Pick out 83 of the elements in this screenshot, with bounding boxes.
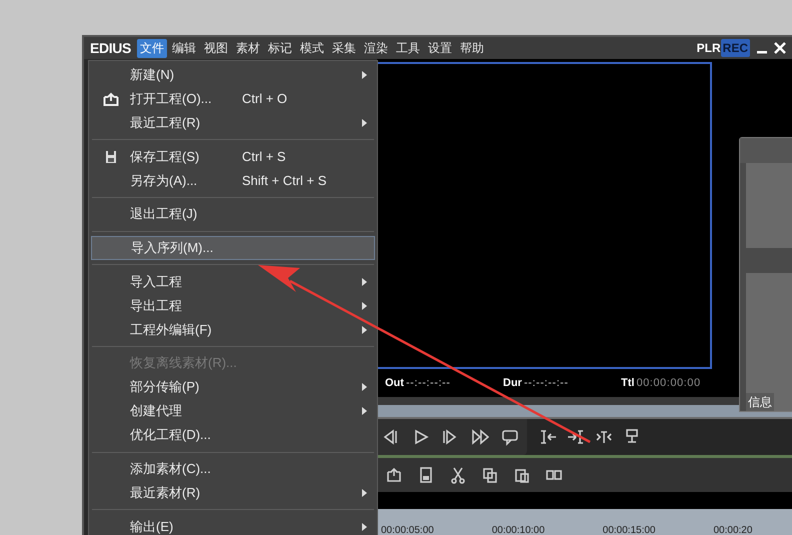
timecode-label: Dur <box>503 376 522 391</box>
submenu-arrow-icon <box>362 522 367 531</box>
menu-entry-label: 最近素材(R) <box>130 486 202 500</box>
menu-entry[interactable]: 部分传输(P) <box>91 375 375 400</box>
menu-entry-label: 保存工程(S) <box>130 150 200 164</box>
submenu-arrow-icon <box>362 326 367 334</box>
menu-entry-label: 打开工程(O)... <box>130 92 213 106</box>
fast-forward-icon[interactable] <box>471 428 489 446</box>
menu-entry-label: 输出(E) <box>130 520 174 534</box>
submenu-arrow-icon <box>362 278 367 286</box>
shortcut-label: Ctrl + S <box>242 150 286 164</box>
menu-item[interactable]: 编辑 <box>169 38 200 58</box>
copy-icon[interactable] <box>481 466 499 484</box>
menu-item[interactable]: 视图 <box>201 38 232 58</box>
step-forward-icon[interactable] <box>441 428 459 446</box>
menu-entry[interactable]: 打开工程(O)... Ctrl + O <box>91 87 375 111</box>
menu-entry-label: 最近工程(R) <box>130 116 202 130</box>
menu-entry[interactable]: 导入工程 <box>91 270 375 294</box>
open-project-icon <box>103 92 119 106</box>
menu-entry[interactable]: 输出(E) <box>91 514 375 535</box>
open-project-icon[interactable] <box>385 466 403 484</box>
menu-entry-label: 添加素材(C)... <box>130 462 212 476</box>
menu-entry-label: 创建代理 <box>130 404 183 418</box>
save-icon[interactable] <box>417 466 435 484</box>
timecode-value: --:--:--:-- <box>406 376 450 391</box>
player-mode-label[interactable]: PLR <box>696 39 721 57</box>
menu-item[interactable]: 工具 <box>393 38 424 58</box>
shortcut-label: Ctrl + O <box>242 92 288 106</box>
timecode-label: Ttl <box>621 376 634 391</box>
menu-entry[interactable]: 创建代理 <box>91 399 375 424</box>
timecode-value: 00:00:00:00 <box>636 376 701 391</box>
menu-item[interactable]: 帮助 <box>457 38 488 58</box>
menu-entry-label: 退出工程(J) <box>130 207 198 222</box>
split-marker-icon[interactable] <box>595 428 613 446</box>
submenu-arrow-icon <box>362 71 367 79</box>
ruler-timecode: 00:00:20 <box>713 525 752 535</box>
menu-entry-label: 工程外编辑(F) <box>130 322 213 337</box>
app-logo: EDIUS <box>90 38 132 58</box>
timecode-label: Out <box>385 376 404 391</box>
menu-entry[interactable]: 导出工程 <box>91 294 375 318</box>
ruler-timecode: 00:00:15:00 <box>602 525 656 535</box>
menu-entry[interactable]: 退出工程(J) <box>91 202 375 226</box>
submenu-arrow-icon <box>362 383 367 392</box>
menu-item[interactable]: 设置 <box>425 38 456 58</box>
submenu-arrow-icon <box>362 407 367 416</box>
menu-item[interactable]: 素材 <box>233 38 264 58</box>
close-icon[interactable] <box>774 42 786 54</box>
menu-entry[interactable]: 工程外编辑(F) <box>91 318 375 342</box>
menu-entry[interactable]: 添加素材(C)... <box>91 457 375 482</box>
menu-entry-label: 另存为(A)... <box>130 174 198 188</box>
paste-icon[interactable] <box>513 466 531 484</box>
save-icon <box>104 150 118 164</box>
menu-entry[interactable]: 优化工程(D)... <box>91 423 375 448</box>
menu-entry-label: 导入序列(M)... <box>131 241 214 256</box>
menu-entry[interactable]: 新建(N) <box>91 63 375 87</box>
ruler-timecode: 00:00:10:00 <box>492 525 545 535</box>
menu-entry-label: 恢复离线素材(R)... <box>130 356 238 370</box>
menu-entry[interactable]: 最近工程(R) <box>91 111 375 135</box>
menu-entry[interactable]: 最近素材(R) <box>91 481 375 506</box>
shortcut-label: Shift + Ctrl + S <box>242 174 327 188</box>
menu-item[interactable]: 模式 <box>297 38 328 58</box>
menu-entry-label: 优化工程(D)... <box>130 428 212 442</box>
info-tab[interactable]: 信息 <box>746 393 774 411</box>
menu-entry[interactable]: 导入序列(M)... <box>91 236 375 260</box>
menu-entry-label: 导出工程 <box>130 298 183 313</box>
menu-item[interactable]: 渲染 <box>361 38 392 58</box>
mark-out-icon[interactable] <box>567 428 585 446</box>
submenu-arrow-icon <box>362 119 367 127</box>
menu-item[interactable]: 标记 <box>265 38 296 58</box>
scissors-icon[interactable] <box>449 466 467 484</box>
menu-item[interactable]: 文件 <box>137 38 168 58</box>
submenu-arrow-icon <box>362 302 367 310</box>
menu-entry-label: 部分传输(P) <box>130 380 200 394</box>
menu-entry-label: 新建(N) <box>130 68 176 82</box>
timecode-value: --:--:--:-- <box>524 376 568 391</box>
menu-entry[interactable]: 另存为(A)... Shift + Ctrl + S <box>91 168 375 193</box>
mark-in-icon[interactable] <box>539 428 557 446</box>
menu-item[interactable]: 采集 <box>329 38 360 58</box>
submenu-arrow-icon <box>362 489 367 498</box>
step-back-icon[interactable] <box>381 428 399 446</box>
menu-entry-label: 导入工程 <box>130 274 183 289</box>
ruler-timecode: 00:00:05:00 <box>381 525 434 535</box>
menu-entry[interactable]: 保存工程(S) Ctrl + S <box>91 144 375 169</box>
